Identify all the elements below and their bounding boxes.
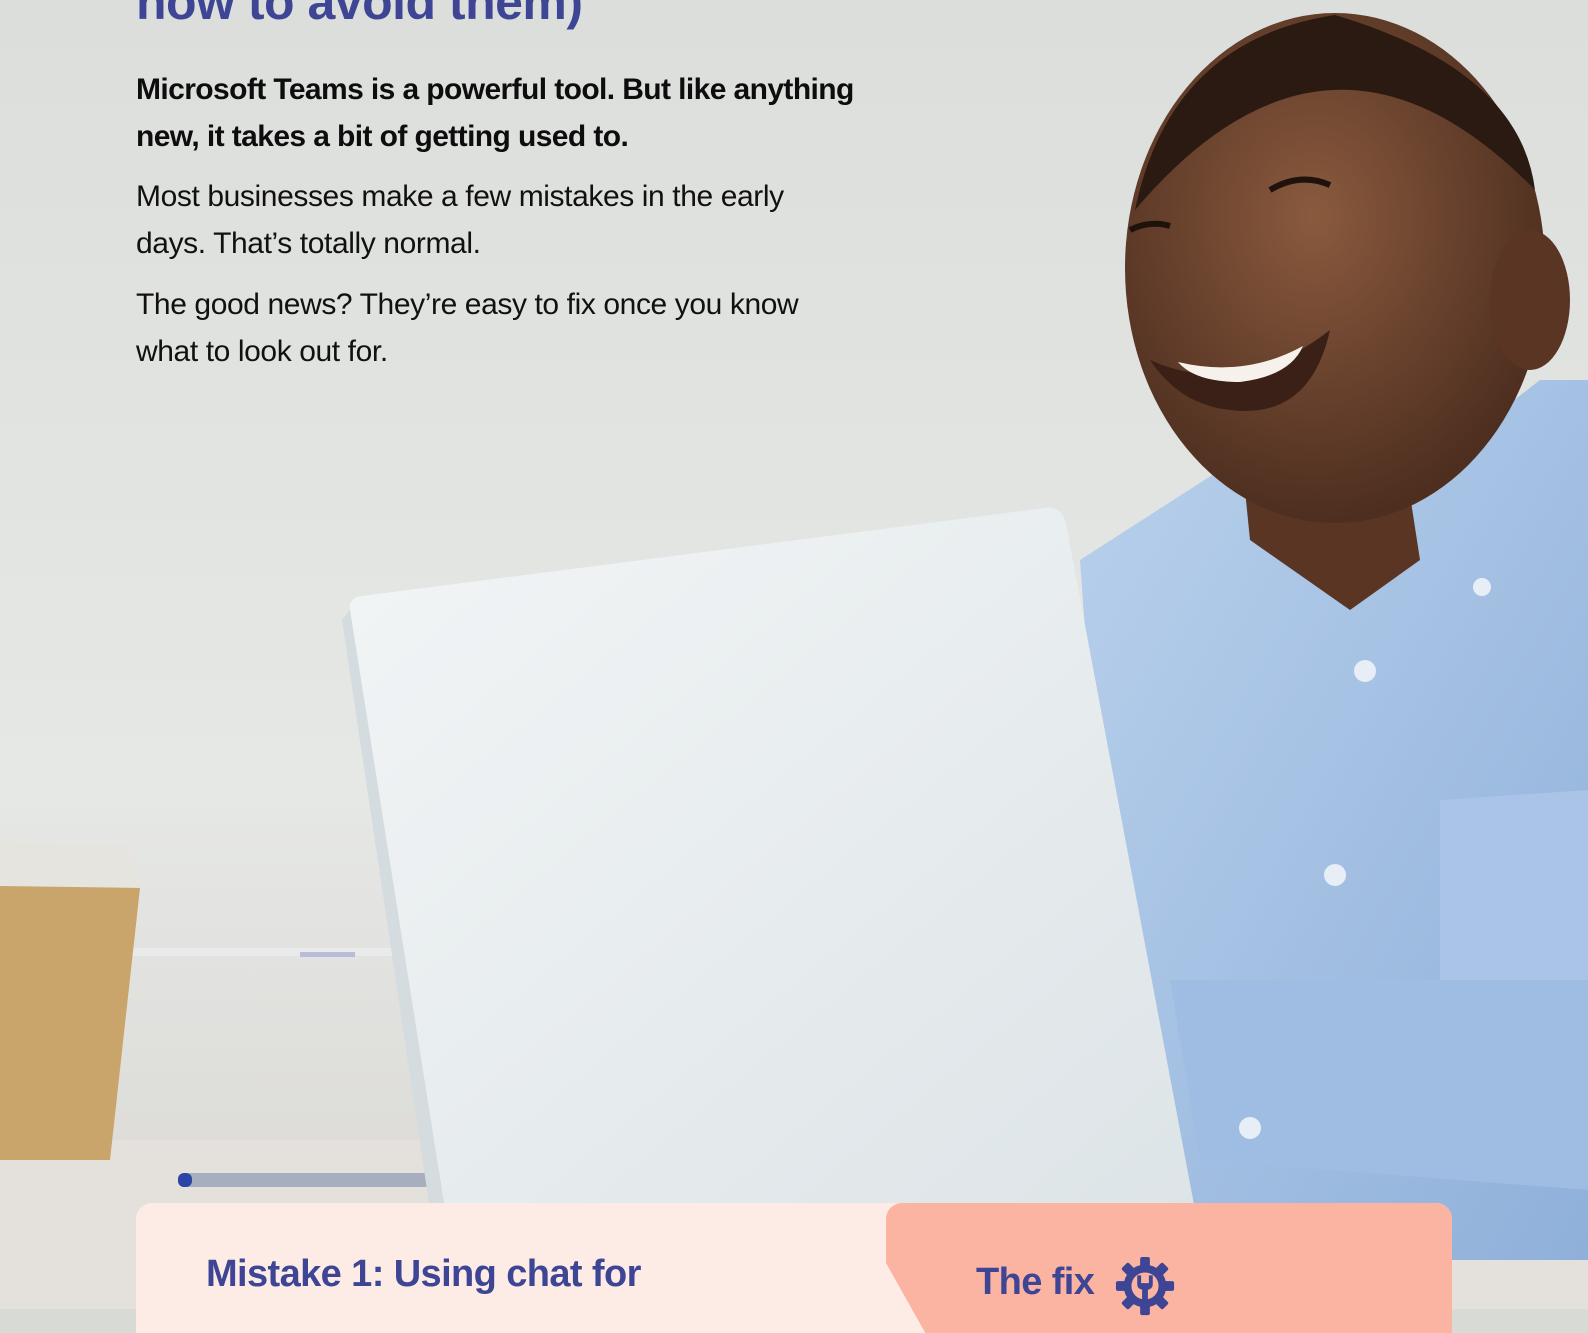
article-paragraph-1: Most businesses make a few mistakes in t… [136, 180, 784, 260]
mistake-title: Mistake 1: Using chat for [206, 1253, 641, 1295]
mistake-card: Mistake 1: Using chat for The fix [136, 1203, 1452, 1333]
article-lead: Microsoft Teams is a powerful tool. But … [136, 73, 854, 153]
fix-panel: The fix [886, 1203, 1452, 1333]
article-headline: how to avoid them) [136, 0, 583, 30]
gear-wrench-icon [1115, 1256, 1175, 1316]
article-paragraph-2: The good news? They’re easy to fix once … [136, 288, 799, 368]
fix-label: The fix [976, 1261, 1095, 1303]
